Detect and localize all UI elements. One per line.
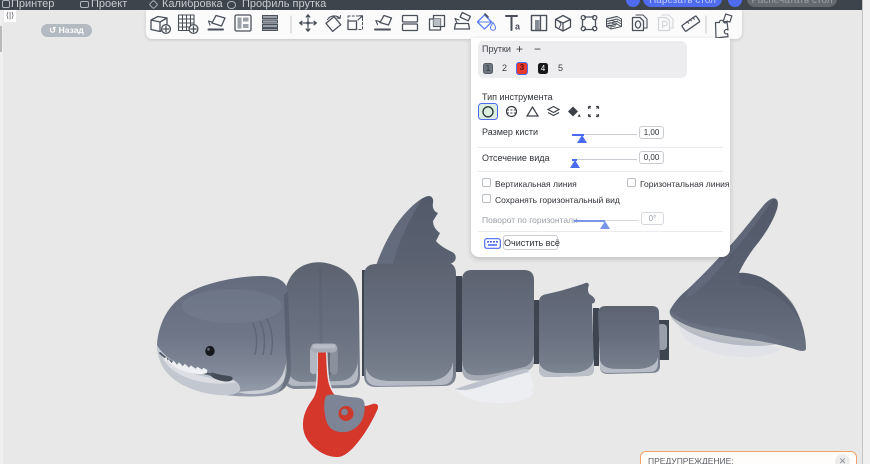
svg-text:a: a — [515, 22, 521, 32]
